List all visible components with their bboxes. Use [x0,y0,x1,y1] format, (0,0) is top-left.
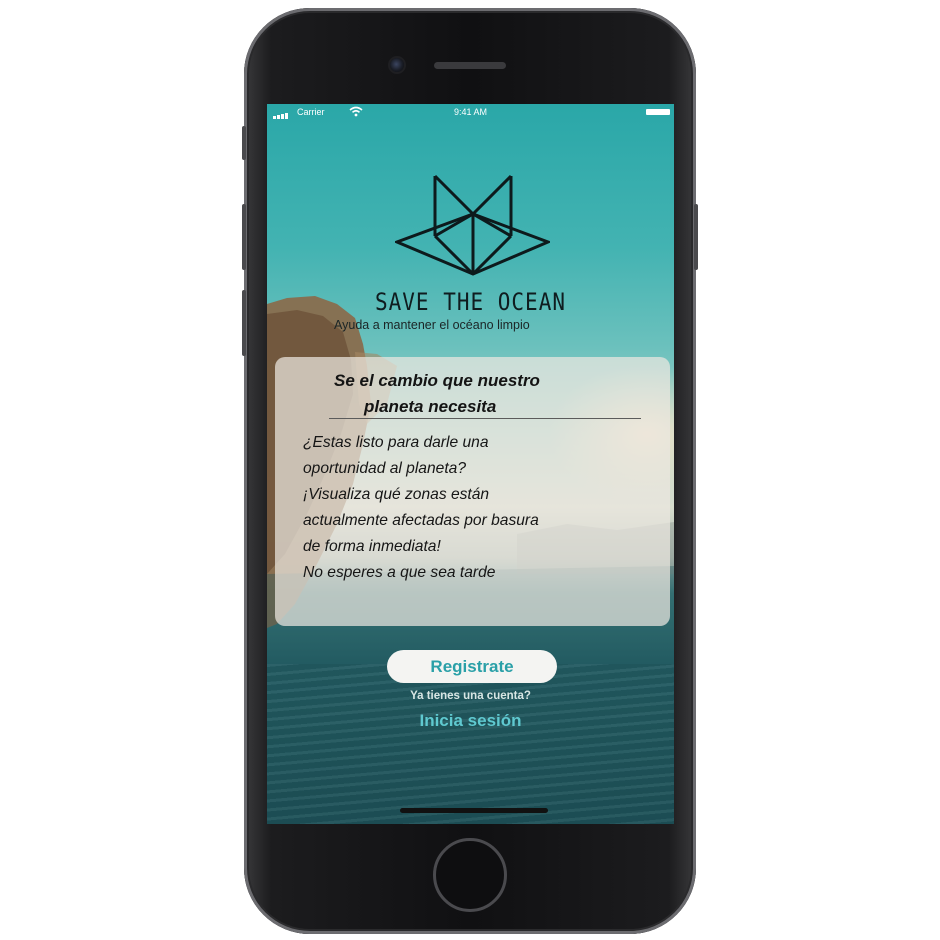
card-body-line: ¡Visualiza qué zonas están [303,486,490,503]
card-body-line: oportunidad al planeta? [303,460,467,477]
ocean-waves [267,664,674,824]
geometric-cat-logo-icon [395,174,550,276]
card-title-line: Se el cambio que nuestro [334,371,540,390]
card-body-line: ¿Estas listo para darle una [303,434,489,451]
earpiece-speaker [434,62,506,69]
app-screen: Carrier 9:41 AM SAVE THE OCEAN Ayuda a m… [267,104,674,824]
status-bar: Carrier 9:41 AM [267,104,674,122]
app-brand-title: SAVE THE OCEAN [374,288,566,316]
mute-switch [242,126,246,160]
have-account-text: Ya tienes una cuenta? [410,690,531,702]
app-tagline: Ayuda a mantener el océano limpio [334,318,530,332]
power-button [694,204,698,270]
login-link[interactable]: Inicia sesión [267,711,674,731]
battery-icon [646,109,670,115]
home-button[interactable] [433,838,507,912]
register-button[interactable]: Registrate [387,650,557,683]
volume-down-button [242,290,246,356]
volume-up-button [242,204,246,270]
card-body: ¿Estas listo para darle una oportunidad … [303,430,663,586]
card-divider [329,418,641,419]
home-indicator [400,808,548,813]
front-camera [390,58,404,72]
card-body-line: No esperes a que sea tarde [303,564,496,581]
card-title-line: planeta necesita [364,397,497,416]
card-body-line: actualmente afectadas por basura [303,512,539,529]
card-body-line: de forma inmediata! [303,538,441,555]
status-time: 9:41 AM [453,107,488,117]
card-title: Se el cambio que nuestro planeta necesit… [312,368,632,420]
